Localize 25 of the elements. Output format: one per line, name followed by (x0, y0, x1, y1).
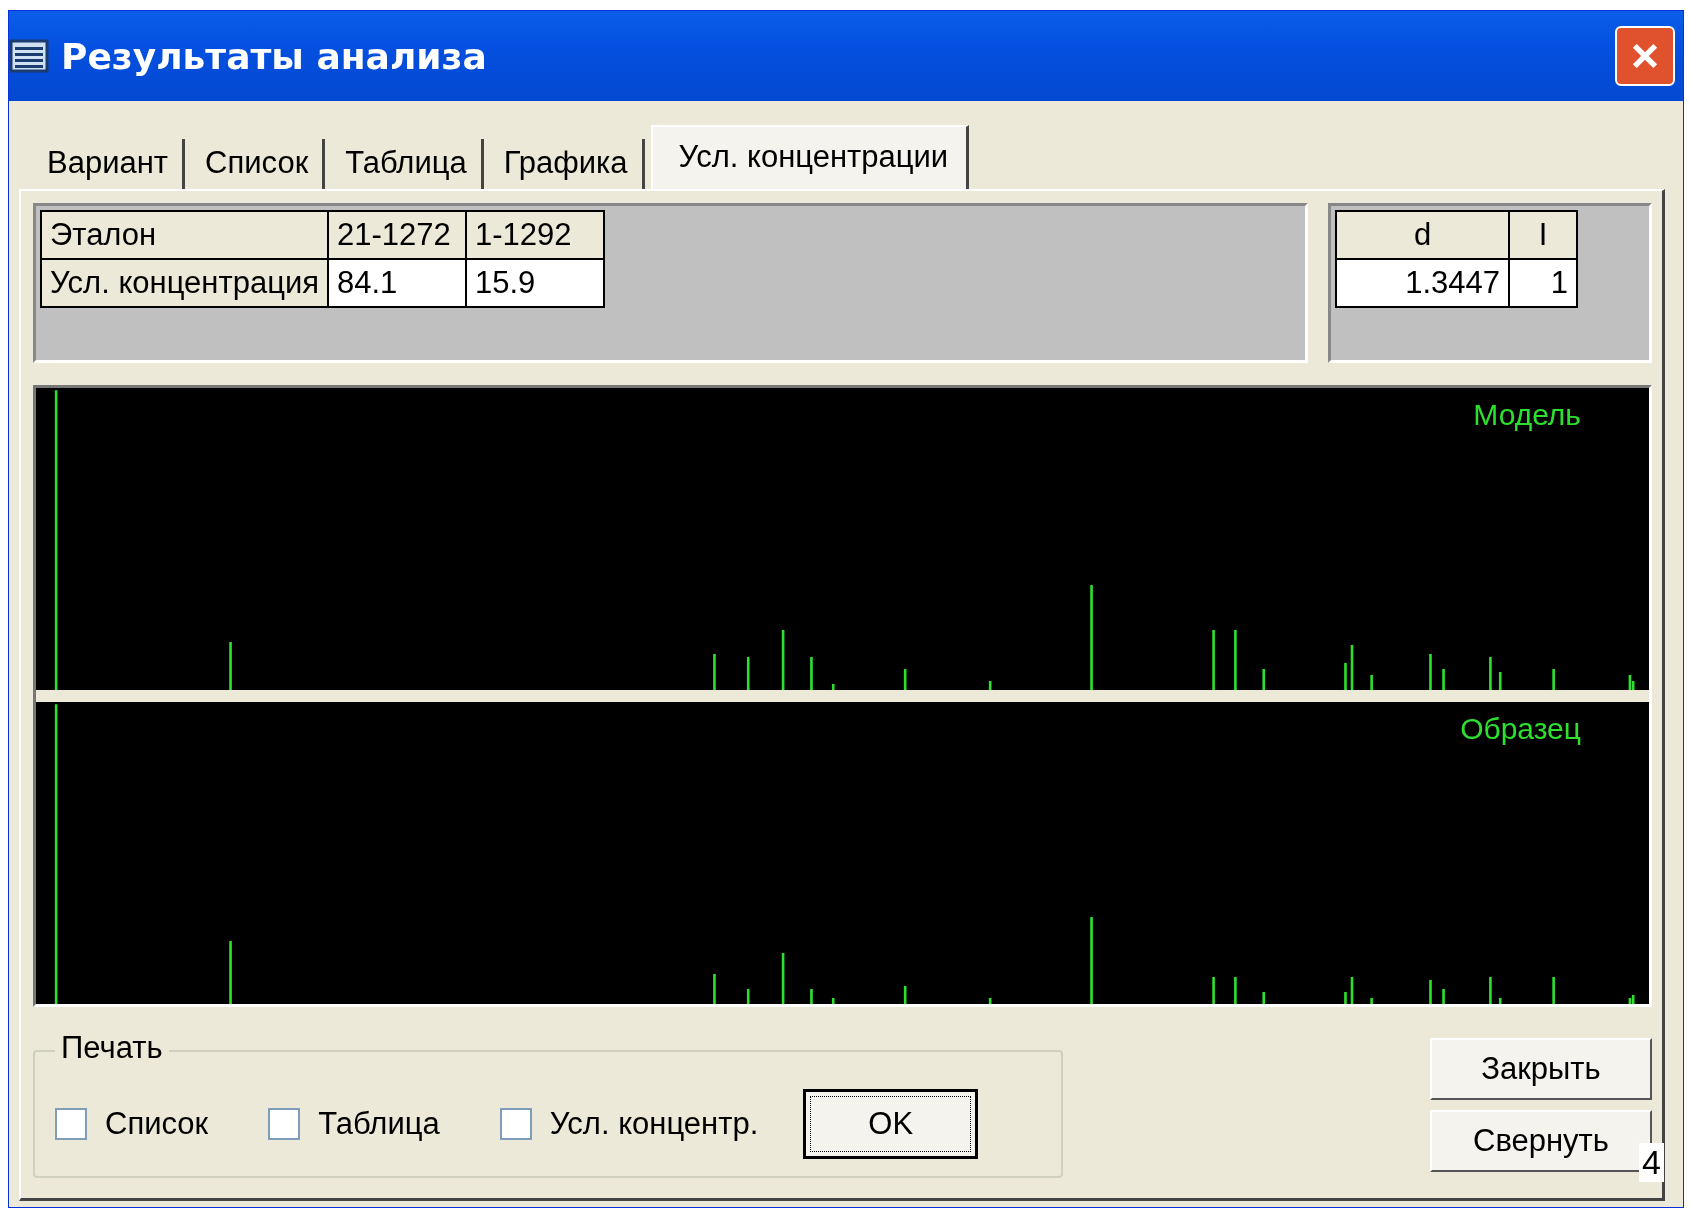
checkbox[interactable] (499, 1107, 532, 1140)
table-cell: 21-1272 (328, 211, 466, 259)
checkbox[interactable] (55, 1107, 87, 1140)
checkbox-label: Усл. концентр. (549, 1105, 759, 1142)
row-header: Эталон (41, 211, 328, 259)
table-cell: 84.1 (328, 259, 466, 307)
tab[interactable]: Усл. концентрации (650, 125, 970, 189)
dialog-button[interactable]: Закрыть (1430, 1037, 1652, 1100)
checkbox-label: Список (105, 1105, 209, 1142)
column-header: I (1509, 211, 1577, 259)
table-cell: 1-1292 (466, 211, 604, 259)
table-cell: 1 (1509, 259, 1577, 307)
list-window-icon (9, 39, 49, 73)
column-header: d (1336, 211, 1509, 259)
close-button[interactable] (1615, 26, 1675, 86)
page-number: 4 (1639, 1143, 1664, 1182)
chart-label: Модель (1473, 398, 1581, 432)
table-cell: 15.9 (466, 259, 604, 307)
window-title: Результаты анализа (61, 35, 488, 77)
ok-button[interactable]: OK (803, 1088, 979, 1159)
checkbox[interactable] (268, 1107, 301, 1140)
chart-label: Образец (1460, 712, 1581, 746)
row-header: Усл. концентрация (41, 259, 328, 307)
table-cell: 1.3447 (1336, 259, 1509, 307)
checkbox-label: Таблица (318, 1105, 440, 1142)
